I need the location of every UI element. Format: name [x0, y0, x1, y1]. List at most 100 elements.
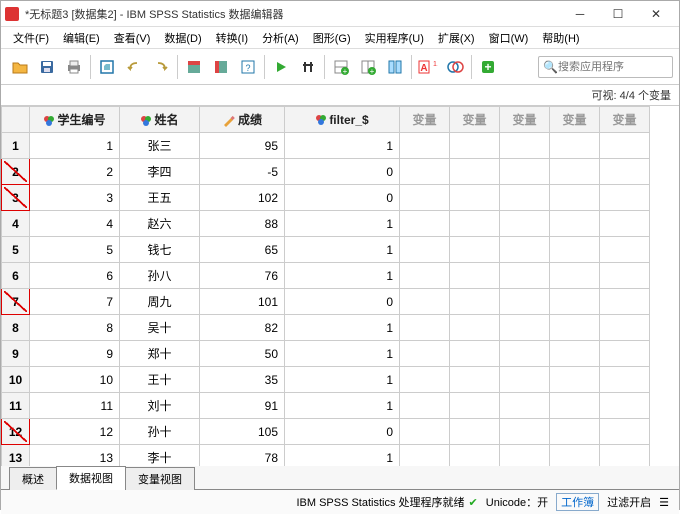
cell-empty[interactable] — [400, 237, 450, 263]
cell-id[interactable]: 8 — [30, 315, 120, 341]
cell-empty[interactable] — [550, 211, 600, 237]
recall-button[interactable] — [94, 53, 120, 81]
open-button[interactable] — [7, 53, 33, 81]
cell-empty[interactable] — [450, 159, 500, 185]
cell-empty[interactable] — [500, 419, 550, 445]
cell-filter[interactable]: 0 — [285, 159, 400, 185]
cell-empty[interactable] — [550, 315, 600, 341]
col-header-var[interactable]: 变量 — [400, 107, 450, 133]
cell-empty[interactable] — [500, 185, 550, 211]
cell-empty[interactable] — [550, 393, 600, 419]
menu-item[interactable]: 图形(G) — [307, 28, 357, 48]
table-row[interactable]: 4 4 赵六 88 1 — [2, 211, 650, 237]
cell-filter[interactable]: 1 — [285, 445, 400, 467]
cell-empty[interactable] — [450, 341, 500, 367]
cell-empty[interactable] — [500, 211, 550, 237]
cell-score[interactable]: 102 — [200, 185, 285, 211]
cell-name[interactable]: 周九 — [120, 289, 200, 315]
insert-case-button[interactable]: + — [328, 53, 354, 81]
cell-score[interactable]: 76 — [200, 263, 285, 289]
col-header-var[interactable]: 变量 — [500, 107, 550, 133]
cell-empty[interactable] — [500, 367, 550, 393]
cell-empty[interactable] — [500, 237, 550, 263]
cell-empty[interactable] — [600, 315, 650, 341]
workbook-status[interactable]: 工作簿 — [556, 493, 599, 511]
col-header-score[interactable]: 成绩 — [200, 107, 285, 133]
cell-name[interactable]: 赵六 — [120, 211, 200, 237]
cell-filter[interactable]: 1 — [285, 315, 400, 341]
cell-name[interactable]: 刘十 — [120, 393, 200, 419]
cell-empty[interactable] — [500, 315, 550, 341]
cell-empty[interactable] — [550, 289, 600, 315]
cell-empty[interactable] — [400, 263, 450, 289]
value-labels-button[interactable] — [442, 53, 468, 81]
maximize-button[interactable]: ☐ — [599, 2, 637, 26]
cell-id[interactable]: 1 — [30, 133, 120, 159]
cell-empty[interactable] — [400, 133, 450, 159]
cell-filter[interactable]: 0 — [285, 419, 400, 445]
cell-score[interactable]: 105 — [200, 419, 285, 445]
cell-name[interactable]: 李十 — [120, 445, 200, 467]
cell-empty[interactable] — [500, 159, 550, 185]
cell-filter[interactable]: 1 — [285, 211, 400, 237]
cell-filter[interactable]: 1 — [285, 237, 400, 263]
table-row[interactable]: 8 8 吴十 82 1 — [2, 315, 650, 341]
cell-empty[interactable] — [550, 133, 600, 159]
cell-name[interactable]: 王五 — [120, 185, 200, 211]
weight-button[interactable]: A1⊿ — [415, 53, 441, 81]
cell-empty[interactable] — [400, 315, 450, 341]
row-header[interactable]: 4 — [2, 211, 30, 237]
cell-empty[interactable] — [450, 133, 500, 159]
cell-empty[interactable] — [600, 341, 650, 367]
cell-filter[interactable]: 1 — [285, 367, 400, 393]
row-header[interactable]: 1 — [2, 133, 30, 159]
search-box[interactable]: 🔍 — [538, 56, 673, 78]
cell-empty[interactable] — [600, 185, 650, 211]
row-header[interactable]: 2 — [2, 159, 30, 185]
cell-empty[interactable] — [550, 445, 600, 467]
col-header-name[interactable]: 姓名 — [120, 107, 200, 133]
cell-id[interactable]: 12 — [30, 419, 120, 445]
cell-empty[interactable] — [400, 393, 450, 419]
use-sets-button[interactable]: + — [475, 53, 501, 81]
col-header-var[interactable]: 变量 — [550, 107, 600, 133]
cell-empty[interactable] — [600, 289, 650, 315]
col-header-filter[interactable]: filter_$ — [285, 107, 400, 133]
cell-empty[interactable] — [600, 367, 650, 393]
cell-id[interactable]: 4 — [30, 211, 120, 237]
search-input[interactable] — [558, 61, 668, 73]
data-grid[interactable]: 学生编号 姓名 成绩 filter_$ 变量 变量 变量 变量 变量 1 1 张… — [1, 106, 679, 466]
cell-score[interactable]: -5 — [200, 159, 285, 185]
save-button[interactable] — [34, 53, 60, 81]
cell-id[interactable]: 2 — [30, 159, 120, 185]
row-header[interactable]: 9 — [2, 341, 30, 367]
col-header-var[interactable]: 变量 — [600, 107, 650, 133]
menu-item[interactable]: 帮助(H) — [536, 28, 585, 48]
table-row[interactable]: 9 9 郑十 50 1 — [2, 341, 650, 367]
cell-score[interactable]: 91 — [200, 393, 285, 419]
print-button[interactable] — [61, 53, 87, 81]
goto-case-button[interactable] — [181, 53, 207, 81]
cell-empty[interactable] — [550, 419, 600, 445]
cell-score[interactable]: 35 — [200, 367, 285, 393]
table-row[interactable]: 2 2 李四 -5 0 — [2, 159, 650, 185]
cell-empty[interactable] — [450, 211, 500, 237]
cell-name[interactable]: 孙十 — [120, 419, 200, 445]
cell-empty[interactable] — [550, 263, 600, 289]
cell-empty[interactable] — [400, 185, 450, 211]
table-row[interactable]: 10 10 王十 35 1 — [2, 367, 650, 393]
variables-button[interactable]: ? — [235, 53, 261, 81]
cell-empty[interactable] — [550, 367, 600, 393]
cell-id[interactable]: 6 — [30, 263, 120, 289]
menu-item[interactable]: 编辑(E) — [57, 28, 106, 48]
cell-empty[interactable] — [500, 263, 550, 289]
cell-empty[interactable] — [400, 445, 450, 467]
cell-empty[interactable] — [400, 211, 450, 237]
menu-item[interactable]: 扩展(X) — [432, 28, 481, 48]
row-header[interactable]: 12 — [2, 419, 30, 445]
cell-empty[interactable] — [600, 133, 650, 159]
cell-score[interactable]: 82 — [200, 315, 285, 341]
cell-empty[interactable] — [450, 185, 500, 211]
cell-empty[interactable] — [450, 445, 500, 467]
cell-filter[interactable]: 1 — [285, 341, 400, 367]
